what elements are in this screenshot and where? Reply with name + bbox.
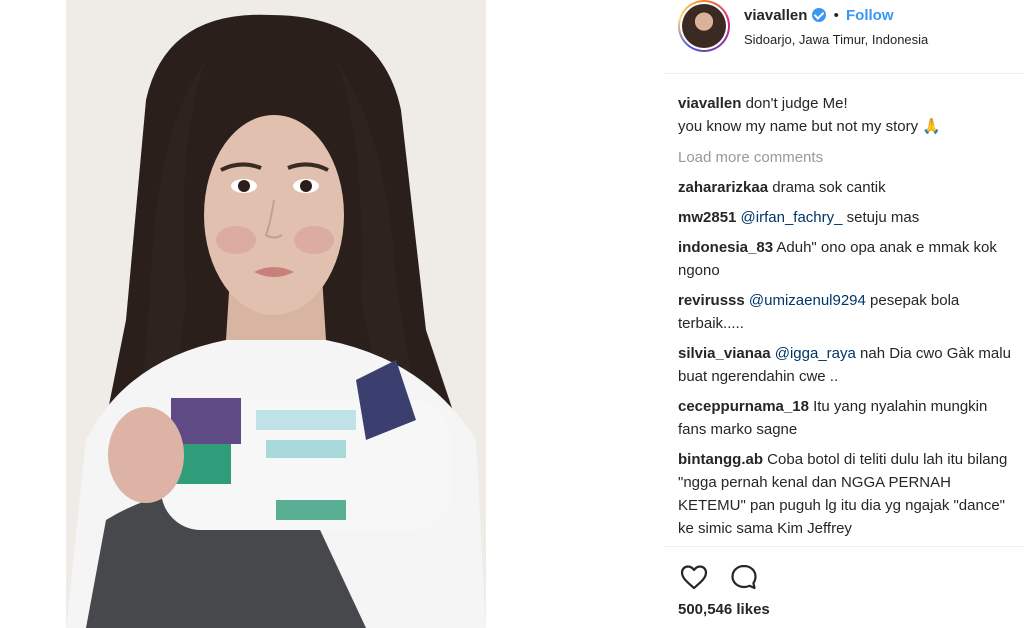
post-photo[interactable] xyxy=(66,0,486,628)
comment-text: drama sok cantik xyxy=(772,179,886,196)
comment-text: setuju mas xyxy=(846,209,920,226)
caption: viavallen don't judge Me! you know my na… xyxy=(678,92,1018,138)
comment-mention[interactable]: @umizaenul9294 xyxy=(749,292,866,309)
selfie-image xyxy=(66,0,486,628)
heart-icon[interactable] xyxy=(678,561,710,593)
comment-item: zahararizkaa drama sok cantik xyxy=(678,176,1018,199)
post-actions: 500,546 likes xyxy=(664,546,1024,628)
comments-list: viavallen don't judge Me! you know my na… xyxy=(678,92,1018,547)
comment-username[interactable]: silvia_vianaa xyxy=(678,345,771,362)
avatar-image xyxy=(682,4,726,48)
comment-mention[interactable]: @irfan_fachry_ xyxy=(741,209,843,226)
comment-username[interactable]: zahararizkaa xyxy=(678,179,768,196)
location-link[interactable]: Sidoarjo, Jawa Timur, Indonesia xyxy=(744,32,928,47)
separator-dot: • xyxy=(833,7,839,24)
caption-username[interactable]: viavallen xyxy=(678,95,741,112)
comment-username[interactable]: bintangg.ab xyxy=(678,451,763,468)
comment-username[interactable]: revirusss xyxy=(678,292,745,309)
follow-button[interactable]: Follow xyxy=(846,7,894,24)
comment-icon[interactable] xyxy=(728,561,760,593)
caption-line-2: you know my name but not my story xyxy=(678,118,919,135)
post-side-panel: viavallen • Follow Sidoarjo, Jawa Timur,… xyxy=(664,0,1024,628)
comment-item: ceceppurnama_18 Itu yang nyalahin mungki… xyxy=(678,395,1018,441)
header-username[interactable]: viavallen xyxy=(744,7,807,24)
user-line: viavallen • Follow xyxy=(744,7,894,24)
comment-item: indonesia_83 Aduh" ono opa anak e mmak k… xyxy=(678,236,1018,282)
comment-item: revirusss @umizaenul9294 pesepak bola te… xyxy=(678,289,1018,335)
avatar[interactable] xyxy=(678,0,730,52)
caption-line-1: don't judge Me! xyxy=(745,95,848,112)
load-more-comments-button[interactable]: Load more comments xyxy=(678,146,1018,169)
comment-mention[interactable]: @igga_raya xyxy=(775,345,856,362)
comment-username[interactable]: indonesia_83 xyxy=(678,239,773,256)
verified-badge-icon xyxy=(812,8,827,22)
post-header: viavallen • Follow Sidoarjo, Jawa Timur,… xyxy=(664,0,1024,74)
folded-hands-icon: 🙏 xyxy=(922,118,941,135)
page-margin xyxy=(0,0,66,628)
comment-username[interactable]: ceceppurnama_18 xyxy=(678,398,809,415)
comment-item: bintangg.ab Coba botol di teliti dulu la… xyxy=(678,448,1018,540)
comment-username[interactable]: mw2851 xyxy=(678,209,736,226)
likes-count[interactable]: 500,546 likes xyxy=(678,601,770,618)
comment-item: silvia_vianaa @igga_raya nah Dia cwo Gàk… xyxy=(678,342,1018,388)
comment-item: mw2851 @irfan_fachry_ setuju mas xyxy=(678,206,1018,229)
